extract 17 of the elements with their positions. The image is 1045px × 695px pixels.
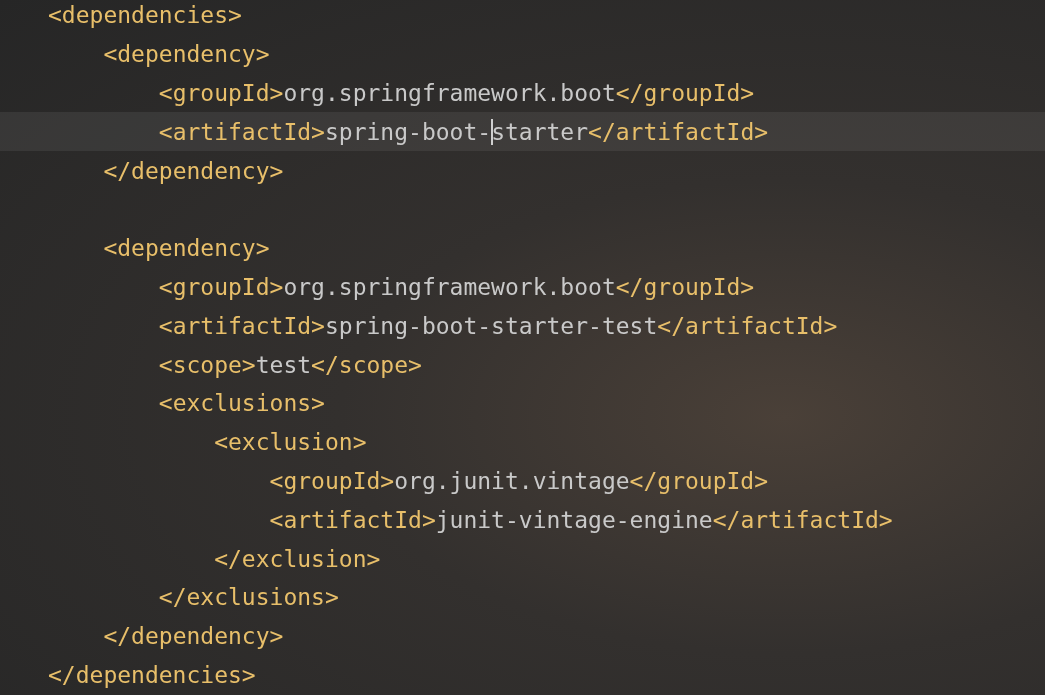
code-line: <dependency>	[102, 40, 270, 69]
code-line: <dependencies>	[48, 1, 242, 30]
code-line: </dependency>	[102, 622, 284, 651]
code-line: <groupId>org.springframework.boot</groupId>	[157, 272, 755, 301]
code-line: </exclusions>	[157, 583, 339, 612]
code-line: <scope>test</scope>	[157, 350, 422, 379]
code-line: <dependency>	[102, 234, 270, 263]
code-line: <groupId>org.springframework.boot</groupId>	[157, 79, 755, 107]
code-line: <artifactId>spring-boot-starter-test</artifactId>	[157, 311, 838, 340]
code-line: <exclusions>	[157, 389, 325, 418]
code-line: </exclusion>	[213, 544, 381, 573]
code-line: <artifactId>junit-vintage-engine</artifactId>	[268, 505, 893, 534]
code-line: <exclusion>	[213, 428, 367, 457]
code-line: </dependency>	[102, 156, 284, 185]
code-line: </dependencies>	[48, 660, 256, 689]
code-line: <artifactId>spring-boot-starter</artifactId>	[157, 117, 769, 146]
code-line: <groupId>org.junit.vintage</groupId>	[268, 466, 769, 495]
